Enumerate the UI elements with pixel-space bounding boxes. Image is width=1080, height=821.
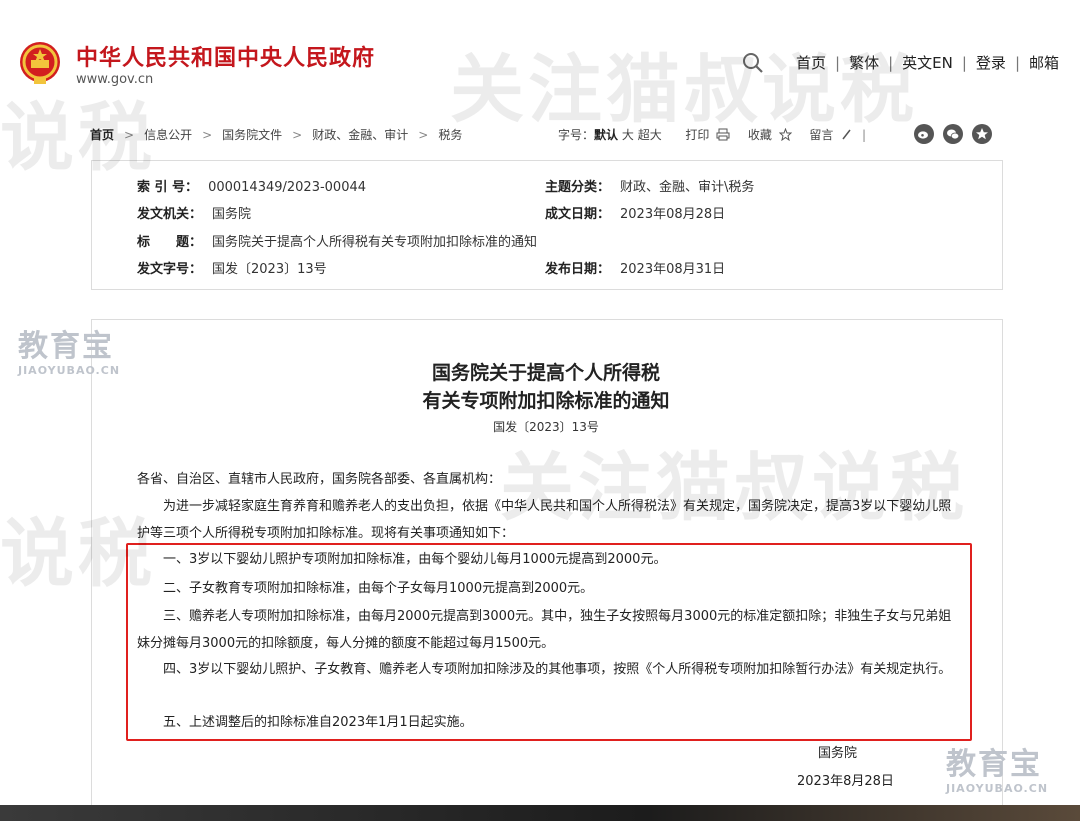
breadcrumb-info[interactable]: 信息公开 (144, 128, 192, 142)
breadcrumb: 首页 > 信息公开 > 国务院文件 > 财政、金融、审计 > 税务 (90, 128, 463, 142)
meta-created: 成文日期： 2023年08月28日 (545, 207, 726, 222)
pencil-icon (842, 129, 851, 140)
star-icon (778, 128, 792, 141)
breadcrumb-tax[interactable]: 税务 (438, 128, 462, 142)
comment-button[interactable]: 留言 (809, 128, 856, 142)
nav-traditional[interactable]: 繁体 (849, 54, 879, 72)
wechat-icon[interactable] (943, 123, 963, 144)
meta-docno: 发文字号： 国发〔2023〕13号 (137, 262, 327, 277)
bottom-strip (0, 805, 1080, 821)
favorite-button[interactable]: 收藏 (748, 128, 796, 142)
font-xlarge-button[interactable]: 超大 (638, 128, 662, 142)
print-button[interactable]: 打印 (685, 128, 734, 142)
site-header: 中华人民共和国中央人民政府 www.gov.cn 首页 | 繁体 | 英文EN | 登录 | 邮… (0, 0, 1080, 112)
meta-issuer: 发文机关： 国务院 (137, 207, 252, 222)
document-number: 国发〔2023〕13号 (493, 420, 599, 434)
national-emblem-icon (20, 42, 60, 84)
share-bar (914, 123, 1001, 144)
font-large-button[interactable]: 大 (622, 128, 634, 142)
font-size-label: 字号： (558, 128, 595, 142)
nav-home[interactable]: 首页 (796, 54, 826, 72)
document-signer: 国务院 (818, 746, 858, 761)
font-default-button[interactable]: 默认 (594, 128, 618, 142)
meta-title: 标 题： 国务院关于提高个人所得税有关专项附加扣除标准的通知 (137, 235, 538, 250)
meta-published: 发布日期： 2023年08月31日 (545, 262, 726, 277)
breadcrumb-finance[interactable]: 财政、金融、审计 (312, 128, 408, 142)
printer-icon (716, 128, 730, 141)
nav-english[interactable]: 英文EN (902, 54, 953, 72)
top-nav: 首页 | 繁体 | 英文EN | 登录 | 邮箱 (796, 54, 1060, 72)
document-title-line2: 有关专项附加扣除标准的通知 (422, 390, 670, 412)
highlight-frame (126, 543, 972, 741)
document-intro: 为进一步减轻家庭生育养育和赡养老人的支出负担，依据《中华人民共和国个人所得税法》… (137, 499, 952, 541)
nav-login[interactable]: 登录 (976, 54, 1006, 72)
nav-mailbox[interactable]: 邮箱 (1029, 54, 1059, 72)
meta-index: 索 引 号： 000014349/2023-00044 (137, 180, 367, 195)
breadcrumb-home[interactable]: 首页 (90, 128, 114, 142)
collect-star-icon[interactable] (972, 123, 992, 144)
document-salutation: 各省、自治区、直辖市人民政府，国务院各部委、各直属机构： (137, 472, 502, 487)
page-tools: 字号：默认 大 超大 打印 收藏 留言 | (558, 128, 867, 142)
weibo-icon[interactable] (914, 123, 934, 144)
site-title[interactable]: 中华人民共和国中央人民政府 (76, 40, 375, 72)
document-sign-date: 2023年8月28日 (797, 774, 894, 789)
meta-topic: 主题分类： 财政、金融、审计\税务 (545, 180, 755, 195)
search-icon[interactable] (742, 52, 764, 74)
document-title-line1: 国务院关于提高个人所得税 (431, 362, 660, 384)
breadcrumb-docs[interactable]: 国务院文件 (222, 128, 282, 142)
site-url[interactable]: www.gov.cn (76, 72, 153, 87)
